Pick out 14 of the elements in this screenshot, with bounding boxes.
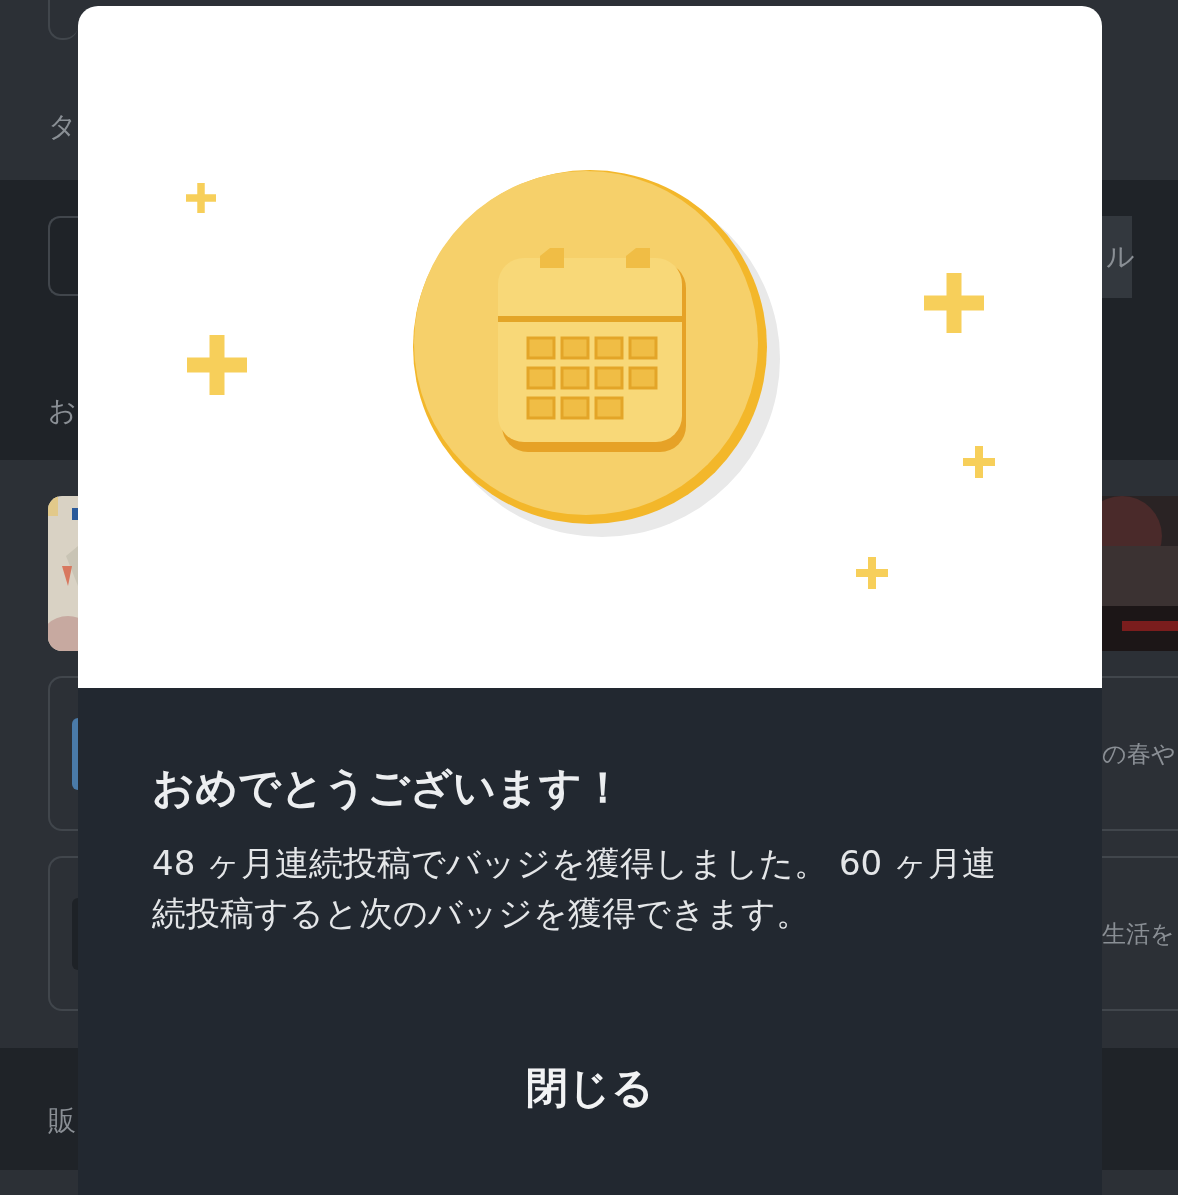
filter-button[interactable]: ル <box>1102 216 1132 298</box>
section-heading: 販 <box>48 1104 76 1137</box>
article-title: 生活を <box>1102 918 1175 950</box>
dialog-title: おめでとうございます！ <box>152 762 625 814</box>
sparkle-icon <box>186 183 216 213</box>
sparkle-icon <box>187 335 247 395</box>
section-heading: お <box>48 394 77 427</box>
tab-label[interactable]: タ <box>48 110 77 143</box>
article-title: の春や <box>1102 738 1176 770</box>
sparkle-icon <box>924 273 984 333</box>
sparkle-icon <box>856 557 888 589</box>
sparkle-icon <box>963 446 995 478</box>
close-button[interactable]: 閉じる <box>506 1048 674 1128</box>
dialog-message: 48 ヶ月連続投稿でバッジを獲得しました。 60 ヶ月連続投稿すると次のバッジを獲得できます。 <box>152 842 997 935</box>
